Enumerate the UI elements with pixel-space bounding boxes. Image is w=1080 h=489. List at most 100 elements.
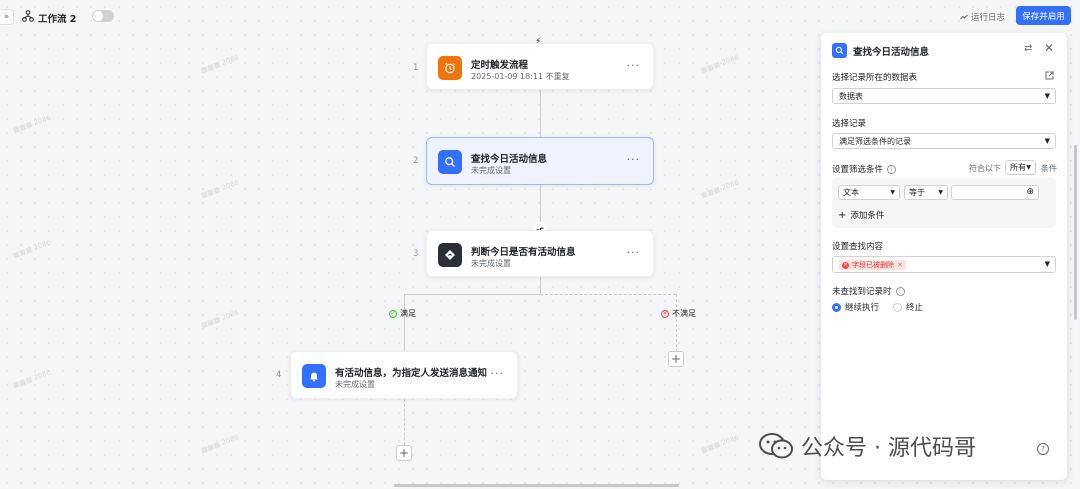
- watermark: ▦▦▦ 2086: [11, 238, 53, 260]
- connector-line: [404, 399, 405, 445]
- watermark: ▦▦▦ 2086: [699, 178, 741, 200]
- tag-remove-icon[interactable]: ✕: [897, 261, 903, 269]
- search-icon: [438, 150, 462, 174]
- node-condition[interactable]: 判断今日是否有活动信息 未完成设置 ···: [426, 230, 654, 277]
- caret-down-icon: ▼: [1044, 137, 1050, 145]
- node-find-records[interactable]: 查找今日活动信息 未完成设置 ···: [426, 137, 654, 185]
- step-number: 4: [276, 370, 282, 380]
- help-icon[interactable]: ?: [1037, 443, 1049, 455]
- watermark: ▦▦▦ 2086: [11, 113, 53, 135]
- branch-no-label: ✕ 不满足: [661, 308, 696, 319]
- radio-stop[interactable]: [893, 302, 903, 312]
- watermark: ▦▦▦ 2086: [199, 433, 241, 455]
- panel-title: 查找今日活动信息: [853, 47, 930, 58]
- match-suffix: 条件: [1041, 164, 1057, 173]
- branch-line-yes: [404, 294, 540, 295]
- caret-down-icon: ▼: [1026, 164, 1031, 171]
- add-condition-label: 添加条件: [850, 211, 885, 221]
- content-label: 设置查找内容: [832, 242, 884, 252]
- watermark: ▦▦▦ 2086: [699, 433, 741, 455]
- branch-no-text: 不满足: [672, 309, 696, 318]
- condition-field-select[interactable]: 文本 ▼: [838, 185, 900, 200]
- top-bar: » 工作流 2 运行日志 保存并启用: [0, 0, 1080, 34]
- plus-icon: +: [838, 209, 847, 221]
- record-select[interactable]: 满足筛选条件的记录 ▼: [832, 133, 1056, 149]
- watermark: ▦▦▦ 2086: [699, 53, 741, 75]
- add-condition-button[interactable]: + 添加条件: [838, 209, 885, 222]
- deleted-field-text: 字段已被删除: [852, 261, 894, 269]
- condition-field-value: 文本: [843, 188, 859, 197]
- add-node-button-yes-branch[interactable]: +: [396, 445, 412, 461]
- branch-line-no: [540, 294, 676, 295]
- match-select-value: 所有: [1010, 163, 1026, 172]
- node-subtitle: 未完成设置: [471, 166, 511, 175]
- record-label: 选择记录: [832, 119, 867, 129]
- more-options-icon[interactable]: ···: [627, 59, 641, 72]
- node-trigger[interactable]: 定时触发流程 2025-01-09 18:11 不重复 ···: [426, 43, 654, 90]
- node-title: 查找今日活动信息: [471, 154, 548, 165]
- condition-value-input[interactable]: ⊕: [951, 185, 1039, 200]
- add-node-button-no-branch[interactable]: +: [668, 351, 684, 367]
- node-title: 定时触发流程: [471, 60, 529, 71]
- table-select[interactable]: 数据表 ▼: [832, 88, 1056, 104]
- match-select[interactable]: 所有 ▼: [1005, 160, 1036, 175]
- swap-icon[interactable]: ⇄: [1024, 43, 1032, 54]
- info-icon[interactable]: i: [887, 165, 897, 174]
- branch-yes-label: ✓ 满足: [389, 308, 416, 319]
- option-continue-label[interactable]: 继续执行: [845, 301, 879, 313]
- watermark: ▦▦▦ 2086: [199, 178, 241, 200]
- check-circle-icon: ✓: [389, 309, 397, 318]
- more-options-icon[interactable]: ···: [627, 246, 641, 259]
- condition-operator-select[interactable]: 等于 ▼: [904, 185, 948, 200]
- deleted-field-tag: ✕ 字段已被删除 ✕: [839, 260, 906, 270]
- external-link-icon[interactable]: [1045, 71, 1054, 80]
- workflow-title[interactable]: 工作流 2: [38, 11, 76, 25]
- option-stop-label[interactable]: 终止: [906, 301, 923, 313]
- wechat-icon: [759, 433, 793, 459]
- connector-line: [540, 277, 541, 295]
- radio-continue[interactable]: [832, 302, 841, 312]
- node-subtitle: 2025-01-09 18:11 不重复: [471, 72, 570, 81]
- step-number: 1: [413, 63, 419, 73]
- more-options-icon[interactable]: ···: [491, 367, 505, 380]
- watermark: ▦▦▦ 2086: [199, 308, 241, 330]
- more-options-icon[interactable]: ···: [627, 153, 641, 166]
- node-subtitle: 未完成设置: [335, 380, 375, 389]
- record-select-value: 满足筛选条件的记录: [839, 136, 911, 146]
- x-circle-icon: ✕: [661, 309, 669, 318]
- branch-yes-text: 满足: [400, 309, 416, 318]
- table-label: 选择记录所在的数据表: [832, 73, 918, 83]
- alarm-clock-icon: [438, 56, 462, 80]
- not-found-label: 未查找到记录时 i: [832, 285, 905, 297]
- search-icon: [832, 43, 847, 58]
- horizontal-scrollbar[interactable]: [394, 484, 679, 487]
- node-subtitle: 未完成设置: [471, 259, 511, 268]
- caret-down-icon: ▼: [938, 189, 943, 196]
- condition-operator-value: 等于: [909, 188, 925, 197]
- save-and-enable-button[interactable]: 保存并启用: [1016, 6, 1071, 25]
- enable-toggle[interactable]: [92, 10, 114, 22]
- brand-text: 公众号 · 源代码哥: [801, 436, 976, 461]
- bell-icon: [302, 364, 326, 388]
- run-log-label: 运行日志: [971, 13, 1006, 23]
- info-icon[interactable]: i: [895, 287, 905, 296]
- vertical-scrollbar[interactable]: [1074, 145, 1077, 320]
- close-icon[interactable]: ✕: [1044, 41, 1054, 55]
- step-number: 3: [413, 249, 419, 259]
- node-title: 有活动信息，为指定人发送消息通知: [335, 368, 488, 379]
- error-icon: ✕: [842, 261, 849, 269]
- step-number: 2: [413, 156, 419, 166]
- run-log-button[interactable]: 运行日志: [960, 11, 1005, 23]
- expand-sidebar-button[interactable]: »: [0, 9, 14, 25]
- node-send-notification[interactable]: 有活动信息，为指定人发送消息通知 未完成设置 ···: [290, 351, 518, 399]
- caret-down-icon: ▼: [890, 189, 895, 196]
- not-found-label-text: 未查找到记录时: [832, 287, 892, 297]
- node-title: 判断今日是否有活动信息: [471, 247, 576, 258]
- content-select[interactable]: ✕ 字段已被删除 ✕ ▼: [832, 256, 1056, 273]
- watermark: ▦▦▦ 2086: [11, 368, 53, 390]
- workflow-icon: [22, 10, 34, 22]
- not-found-options: 继续执行 终止: [832, 301, 923, 313]
- plus-circle-icon[interactable]: ⊕: [1026, 187, 1034, 197]
- filter-label: 设置筛选条件 i: [832, 163, 897, 175]
- filter-label-text: 设置筛选条件: [832, 165, 884, 175]
